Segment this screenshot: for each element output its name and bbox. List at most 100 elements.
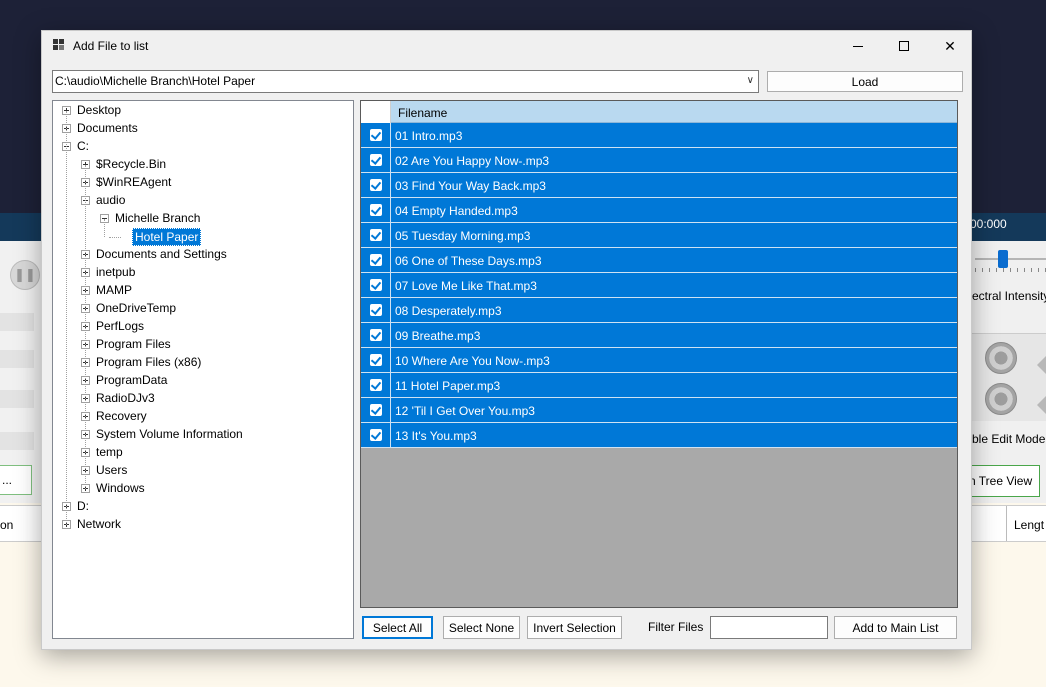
file-check-cell[interactable]: [361, 123, 391, 147]
intensity-slider-thumb[interactable]: [998, 250, 1008, 268]
background-field[interactable]: [0, 313, 34, 331]
load-button[interactable]: Load: [767, 71, 963, 92]
speaker-icon[interactable]: [985, 383, 1017, 415]
tree-node-label[interactable]: PerfLogs: [94, 319, 146, 333]
background-field[interactable]: [0, 350, 34, 368]
tree-node-label[interactable]: $WinREAgent: [94, 175, 173, 189]
tree-node[interactable]: MAMP: [53, 282, 353, 300]
chevron-down-icon[interactable]: ∨: [747, 75, 754, 86]
tree-node-label[interactable]: Michelle Branch: [113, 211, 202, 225]
file-check-cell[interactable]: [361, 398, 391, 422]
folder-tree[interactable]: Desktop Documents C: $Recycle.Bin $WinREAgen…: [52, 100, 354, 639]
pause-icon[interactable]: ❚❚: [10, 260, 40, 290]
checkbox-checked-icon[interactable]: [370, 229, 382, 241]
tree-node[interactable]: Documents: [53, 120, 353, 138]
file-row[interactable]: 03 Find Your Way Back.mp3: [361, 173, 957, 198]
file-check-cell[interactable]: [361, 148, 391, 172]
file-row[interactable]: 07 Love Me Like That.mp3: [361, 273, 957, 298]
checkbox-checked-icon[interactable]: [370, 154, 382, 166]
tree-node[interactable]: Recovery: [53, 408, 353, 426]
background-browse-button[interactable]: ...: [0, 465, 32, 495]
tree-node[interactable]: Program Files (x86): [53, 354, 353, 372]
select-all-button[interactable]: Select All: [362, 616, 433, 639]
close-button[interactable]: ✕: [927, 31, 973, 61]
file-check-cell[interactable]: [361, 423, 391, 447]
file-check-cell[interactable]: [361, 298, 391, 322]
checkbox-checked-icon[interactable]: [370, 354, 382, 366]
dialog-titlebar[interactable]: Add File to list ✕: [42, 31, 971, 61]
file-row[interactable]: 13 It's You.mp3: [361, 423, 957, 448]
file-grid[interactable]: Filename 01 Intro.mp3 02 Are You Happy No…: [360, 100, 958, 608]
checkbox-checked-icon[interactable]: [370, 179, 382, 191]
file-row[interactable]: 04 Empty Handed.mp3: [361, 198, 957, 223]
add-to-main-list-button[interactable]: Add to Main List: [834, 616, 957, 639]
path-combobox[interactable]: C:\audio\Michelle Branch\Hotel Paper ∨: [52, 70, 759, 93]
file-row[interactable]: 11 Hotel Paper.mp3: [361, 373, 957, 398]
tree-node-label[interactable]: Program Files (x86): [94, 355, 203, 369]
tree-node-label[interactable]: ProgramData: [94, 373, 169, 387]
tree-node[interactable]: C:: [53, 138, 353, 156]
file-row[interactable]: 10 Where Are You Now-.mp3: [361, 348, 957, 373]
tree-node-label[interactable]: OneDriveTemp: [94, 301, 178, 315]
file-check-cell[interactable]: [361, 273, 391, 297]
tree-node-label[interactable]: temp: [94, 445, 125, 459]
tree-node-label[interactable]: Network: [75, 517, 123, 531]
file-check-cell[interactable]: [361, 198, 391, 222]
tree-node-label[interactable]: Documents: [75, 121, 140, 135]
tree-node-label[interactable]: $Recycle.Bin: [94, 157, 168, 171]
file-row[interactable]: 02 Are You Happy Now-.mp3: [361, 148, 957, 173]
header-check-column[interactable]: [361, 101, 391, 123]
file-check-cell[interactable]: [361, 248, 391, 272]
background-length-column-header[interactable]: Lengt: [1014, 518, 1044, 532]
tree-node[interactable]: Program Files: [53, 336, 353, 354]
speaker-icon[interactable]: [985, 342, 1017, 374]
tree-node-label[interactable]: System Volume Information: [94, 427, 245, 441]
tree-node-label[interactable]: audio: [94, 193, 127, 207]
intensity-slider-track[interactable]: [975, 258, 1046, 260]
checkbox-checked-icon[interactable]: [370, 379, 382, 391]
tree-node[interactable]: Windows: [53, 480, 353, 498]
checkbox-checked-icon[interactable]: [370, 429, 382, 441]
checkbox-checked-icon[interactable]: [370, 204, 382, 216]
tree-node[interactable]: audio: [53, 192, 353, 210]
file-check-cell[interactable]: [361, 323, 391, 347]
tree-node[interactable]: ProgramData: [53, 372, 353, 390]
background-column-header[interactable]: on: [0, 518, 13, 532]
tree-node[interactable]: $Recycle.Bin: [53, 156, 353, 174]
tree-node-label[interactable]: Program Files: [94, 337, 173, 351]
tree-node[interactable]: Michelle Branch: [53, 210, 353, 228]
tree-node[interactable]: D:: [53, 498, 353, 516]
tree-node-label[interactable]: Hotel Paper: [132, 228, 202, 246]
maximize-button[interactable]: [881, 31, 927, 61]
file-row[interactable]: 05 Tuesday Morning.mp3: [361, 223, 957, 248]
tree-node-label[interactable]: RadioDJv3: [94, 391, 157, 405]
tree-node-label[interactable]: D:: [75, 499, 91, 513]
tree-node-label[interactable]: C:: [75, 139, 91, 153]
minimize-button[interactable]: [835, 31, 881, 61]
tree-node-label[interactable]: Windows: [94, 481, 147, 495]
tree-node-label[interactable]: Desktop: [75, 103, 123, 117]
background-field[interactable]: [0, 390, 34, 408]
invert-selection-button[interactable]: Invert Selection: [527, 616, 622, 639]
tree-node[interactable]: temp: [53, 444, 353, 462]
tree-view-button[interactable]: n Tree View: [962, 465, 1040, 497]
checkbox-checked-icon[interactable]: [370, 129, 382, 141]
file-row[interactable]: 01 Intro.mp3: [361, 123, 957, 148]
tree-node[interactable]: Documents and Settings: [53, 246, 353, 264]
select-none-button[interactable]: Select None: [443, 616, 520, 639]
tree-node[interactable]: inetpub: [53, 264, 353, 282]
arrow-left-icon[interactable]: [1037, 396, 1046, 414]
tree-node[interactable]: OneDriveTemp: [53, 300, 353, 318]
tree-node-label[interactable]: Recovery: [94, 409, 149, 423]
background-field[interactable]: [0, 432, 34, 450]
file-check-cell[interactable]: [361, 348, 391, 372]
file-check-cell[interactable]: [361, 173, 391, 197]
tree-node[interactable]: Desktop: [53, 102, 353, 120]
file-check-cell[interactable]: [361, 373, 391, 397]
tree-node-label[interactable]: Users: [94, 463, 129, 477]
tree-node-label[interactable]: Documents and Settings: [94, 247, 229, 261]
tree-node[interactable]: PerfLogs: [53, 318, 353, 336]
filter-files-input[interactable]: [710, 616, 828, 639]
file-row[interactable]: 12 'Til I Get Over You.mp3: [361, 398, 957, 423]
tree-node[interactable]: RadioDJv3: [53, 390, 353, 408]
